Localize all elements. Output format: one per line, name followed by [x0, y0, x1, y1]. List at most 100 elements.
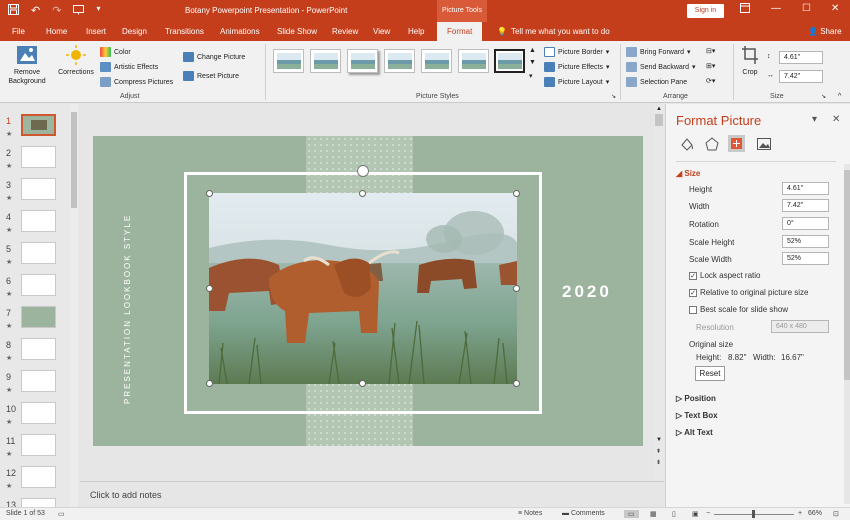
thumbnail-slide-8[interactable]: 8 ★ — [0, 338, 66, 370]
text-box-section-header[interactable]: ▷ Text Box — [676, 411, 718, 420]
width-input[interactable]: 7.42" — [782, 199, 829, 212]
customize-qat-icon[interactable]: ▾ — [96, 4, 100, 18]
size-section-header[interactable]: ◢ Size — [676, 169, 700, 178]
tell-me-search[interactable]: 💡 Tell me what you want to do — [497, 27, 610, 36]
previous-slide-icon[interactable]: ⇞ — [656, 448, 661, 455]
tab-help[interactable]: Help — [408, 27, 424, 36]
selection-pane-button[interactable]: Selection Pane — [626, 77, 687, 87]
slide-sorter-view-icon[interactable]: ▦ — [650, 510, 657, 518]
picture-icon[interactable] — [755, 135, 772, 152]
tab-animations[interactable]: Animations — [220, 27, 260, 36]
height-input[interactable]: 4.61" — [782, 182, 829, 195]
year-text[interactable]: 2020 — [562, 282, 612, 302]
zoom-in-icon[interactable]: + — [798, 510, 802, 517]
styles-scroll-up-icon[interactable]: ▲ — [529, 47, 536, 54]
rotation-handle[interactable] — [357, 165, 369, 177]
position-section-header[interactable]: ▷ Position — [676, 394, 716, 403]
resize-handle-bottom-right[interactable] — [513, 380, 520, 387]
thumbnail-slide-13[interactable]: 13 — [0, 498, 66, 507]
scale-height-input[interactable]: 52% — [782, 235, 829, 248]
resize-handle-top-left[interactable] — [206, 190, 213, 197]
best-scale-checkbox[interactable]: Best scale for slide show — [689, 305, 788, 314]
redo-icon[interactable]: ↷ — [52, 4, 61, 18]
thumbnail-slide-4[interactable]: 4 ★ — [0, 210, 66, 242]
artistic-effects-button[interactable]: Artistic Effects — [100, 62, 158, 72]
thumbnail-slide-1[interactable]: 1 ★ — [0, 114, 66, 146]
styles-more-icon[interactable]: ▾ — [529, 72, 533, 80]
thumbnail-slide-9[interactable]: 9 ★ — [0, 370, 66, 402]
tab-home[interactable]: Home — [46, 27, 67, 36]
collapse-ribbon-icon[interactable]: ^ — [838, 93, 841, 100]
alt-text-section-header[interactable]: ▷ Alt Text — [676, 428, 713, 437]
ribbon-height-input[interactable]: 4.61" — [779, 51, 823, 64]
ribbon-display-options-icon[interactable] — [740, 3, 750, 16]
picture-style-2[interactable] — [310, 49, 341, 73]
comments-toggle[interactable]: ▬ Comments — [562, 510, 605, 517]
scroll-up-icon[interactable]: ▲ — [656, 106, 662, 112]
next-slide-icon[interactable]: ⇟ — [656, 459, 661, 466]
sign-in-button[interactable]: Sign in — [687, 4, 724, 18]
zoom-level[interactable]: 66% — [808, 510, 822, 517]
resize-handle-bottom-left[interactable] — [206, 380, 213, 387]
styles-scroll-down-icon[interactable]: ▼ — [529, 59, 536, 66]
rotation-input[interactable]: 0° — [782, 217, 829, 230]
picture-effects-button[interactable]: Picture Effects ▾ — [544, 62, 610, 72]
scrollbar-thumb[interactable] — [844, 170, 850, 380]
remove-background-button[interactable]: Remove Background — [4, 45, 50, 86]
share-button[interactable]: 👤 Share — [808, 27, 842, 36]
slideshow-view-icon[interactable]: ▣ — [692, 510, 699, 518]
change-picture-button[interactable]: Change Picture — [183, 52, 245, 62]
resize-handle-right[interactable] — [513, 285, 520, 292]
size-properties-icon[interactable] — [728, 135, 745, 152]
tab-file[interactable]: File — [12, 27, 25, 36]
reading-view-icon[interactable]: ▯ — [672, 510, 676, 518]
undo-icon[interactable]: ↶ — [31, 4, 40, 18]
reset-size-button[interactable]: Reset — [695, 366, 725, 381]
thumbnail-slide-7[interactable]: 7 ★ — [0, 306, 66, 338]
resize-handle-top-right[interactable] — [513, 190, 520, 197]
spell-check-icon[interactable]: ▭ — [58, 510, 65, 518]
relative-original-size-checkbox[interactable]: ✓ Relative to original picture size — [689, 288, 809, 297]
picture-layout-button[interactable]: Picture Layout ▾ — [544, 77, 609, 87]
scrollbar-thumb[interactable] — [655, 114, 663, 126]
zoom-out-icon[interactable]: − — [706, 510, 710, 517]
pane-scrollbar[interactable] — [844, 164, 850, 504]
fill-line-icon[interactable] — [678, 135, 695, 152]
tab-slide-show[interactable]: Slide Show — [277, 27, 317, 36]
resize-handle-top[interactable] — [359, 190, 366, 197]
thumbnail-slide-3[interactable]: 3 ★ — [0, 178, 66, 210]
pane-options-icon[interactable]: ▾ — [812, 114, 817, 125]
thumbnail-slide-2[interactable]: 2 ★ — [0, 146, 66, 178]
tab-transitions[interactable]: Transitions — [165, 27, 204, 36]
pane-close-icon[interactable]: ✕ — [832, 114, 840, 125]
send-backward-button[interactable]: Send Backward ▾ — [626, 62, 696, 72]
tab-insert[interactable]: Insert — [86, 27, 106, 36]
highland-cattle-photo[interactable] — [209, 193, 517, 384]
tab-view[interactable]: View — [373, 27, 390, 36]
scroll-down-icon[interactable]: ▼ — [656, 437, 662, 443]
picture-style-6[interactable] — [458, 49, 489, 73]
rotate-icon[interactable]: ⟳▾ — [706, 77, 715, 85]
format-shape-dialog-launcher-icon[interactable]: ↘ — [611, 93, 616, 100]
size-dialog-launcher-icon[interactable]: ↘ — [821, 93, 826, 100]
align-icon[interactable]: ⊟▾ — [706, 47, 715, 55]
normal-view-icon[interactable]: ▭ — [624, 510, 639, 518]
thumbnail-slide-12[interactable]: 12 ★ — [0, 466, 66, 498]
tab-review[interactable]: Review — [332, 27, 358, 36]
picture-border-button[interactable]: Picture Border ▾ — [544, 47, 609, 57]
thumbnail-slide-6[interactable]: 6 ★ — [0, 274, 66, 306]
bring-forward-button[interactable]: Bring Forward ▾ — [626, 47, 690, 57]
slide-scrollbar[interactable]: ▲ ▼ ⇞ ⇟ — [654, 104, 664, 480]
scrollbar-thumb[interactable] — [71, 112, 77, 208]
vertical-subtitle[interactable]: PRESENTATION LOOKBOOK STYLE — [123, 204, 132, 404]
corrections-button[interactable]: Corrections — [54, 45, 98, 77]
notes-toggle[interactable]: ≡ Notes — [518, 510, 542, 517]
start-slideshow-icon[interactable] — [73, 4, 85, 18]
effects-icon[interactable] — [703, 135, 720, 152]
picture-style-5[interactable] — [421, 49, 452, 73]
crop-button[interactable]: Crop — [738, 45, 762, 77]
tab-format[interactable]: Format — [437, 22, 483, 41]
picture-style-3[interactable] — [347, 49, 378, 73]
close-window-icon[interactable]: ✕ — [831, 3, 839, 14]
picture-style-4[interactable] — [384, 49, 415, 73]
